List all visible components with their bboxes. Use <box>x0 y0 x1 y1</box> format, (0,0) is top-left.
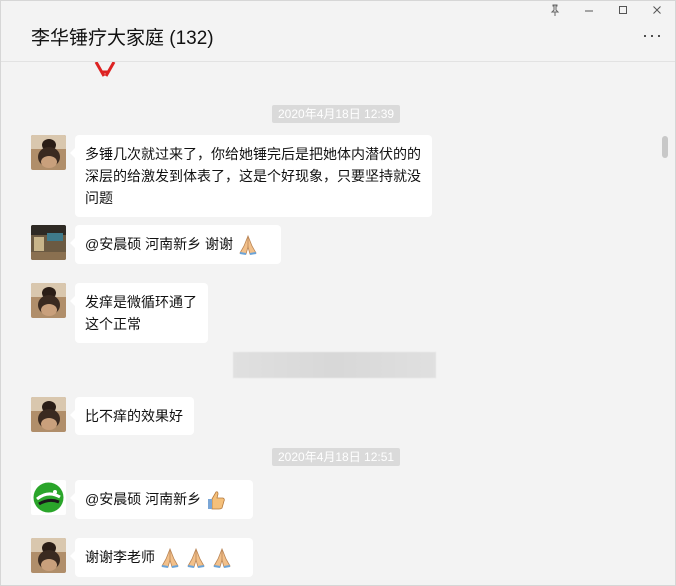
avatar[interactable] <box>31 135 66 170</box>
timestamp: 2020年4月18日 12:51 <box>272 448 401 466</box>
message-line: @安晨硕 河南新乡 谢谢 <box>85 236 233 252</box>
message-bubble[interactable]: 多锤几次就过来了，你给她锤完后是把她体内潜伏的的 深层的给激发到体表了，这是个好… <box>70 135 432 217</box>
minimize-icon[interactable] <box>579 4 599 19</box>
close-icon[interactable] <box>647 4 667 19</box>
avatar[interactable] <box>31 480 66 515</box>
pin-icon[interactable] <box>545 4 565 19</box>
message-bubble[interactable]: 谢谢李老师 <box>70 538 253 578</box>
message-line: 这个正常 <box>85 316 141 332</box>
avatar[interactable] <box>31 397 66 432</box>
redacted-message <box>233 352 436 378</box>
avatar[interactable] <box>31 538 66 573</box>
chat-window: 李华锤疗大家庭 (132) ··· 2020年4月18日 12:39 多锤几次就… <box>0 0 676 586</box>
message-line: 问题 <box>85 190 113 206</box>
avatar[interactable] <box>31 225 66 260</box>
praying-hands-icon <box>187 548 205 569</box>
message-line: 比不痒的效果好 <box>85 408 183 424</box>
maximize-icon[interactable] <box>613 4 633 19</box>
praying-hands-icon <box>161 548 179 569</box>
chat-message-area: 2020年4月18日 12:39 多锤几次就过来了，你给她锤完后是把她体内潜伏的… <box>1 62 675 585</box>
message-bubble[interactable]: 比不痒的效果好 <box>70 397 194 435</box>
thumbs-up-icon <box>208 491 225 510</box>
partial-sticker-icon <box>94 62 116 77</box>
bun-hair-avatar-icon <box>31 397 66 432</box>
scrollbar[interactable] <box>661 62 673 585</box>
bun-hair-avatar-icon <box>31 135 66 170</box>
message-line: 多锤几次就过来了，你给她锤完后是把她体内潜伏的的 <box>85 146 421 162</box>
chat-title: 李华锤疗大家庭 (132) <box>31 28 214 49</box>
room-avatar-icon <box>31 225 66 260</box>
message-line: 谢谢李老师 <box>85 549 155 565</box>
message-bubble[interactable]: @安晨硕 河南新乡 <box>70 480 253 520</box>
title-bar: 李华锤疗大家庭 (132) ··· <box>1 1 675 62</box>
bun-hair-avatar-icon <box>31 283 66 318</box>
bun-hair-avatar-icon <box>31 538 66 573</box>
scrollbar-thumb[interactable] <box>662 136 668 158</box>
more-options-icon[interactable]: ··· <box>642 25 663 46</box>
praying-hands-icon <box>239 235 257 256</box>
praying-hands-icon <box>213 548 231 569</box>
avatar[interactable] <box>31 283 66 318</box>
message-line: 深层的给激发到体表了，这是个好现象，只要坚持就没 <box>85 168 421 184</box>
green-logo-avatar-icon <box>31 480 66 515</box>
message-bubble[interactable]: @安晨硕 河南新乡 谢谢 <box>70 225 281 265</box>
message-line: @安晨硕 河南新乡 <box>85 491 202 507</box>
timestamp: 2020年4月18日 12:39 <box>272 105 401 123</box>
message-line: 发痒是微循环通了 <box>85 294 197 310</box>
message-bubble[interactable]: 发痒是微循环通了 这个正常 <box>70 283 208 343</box>
